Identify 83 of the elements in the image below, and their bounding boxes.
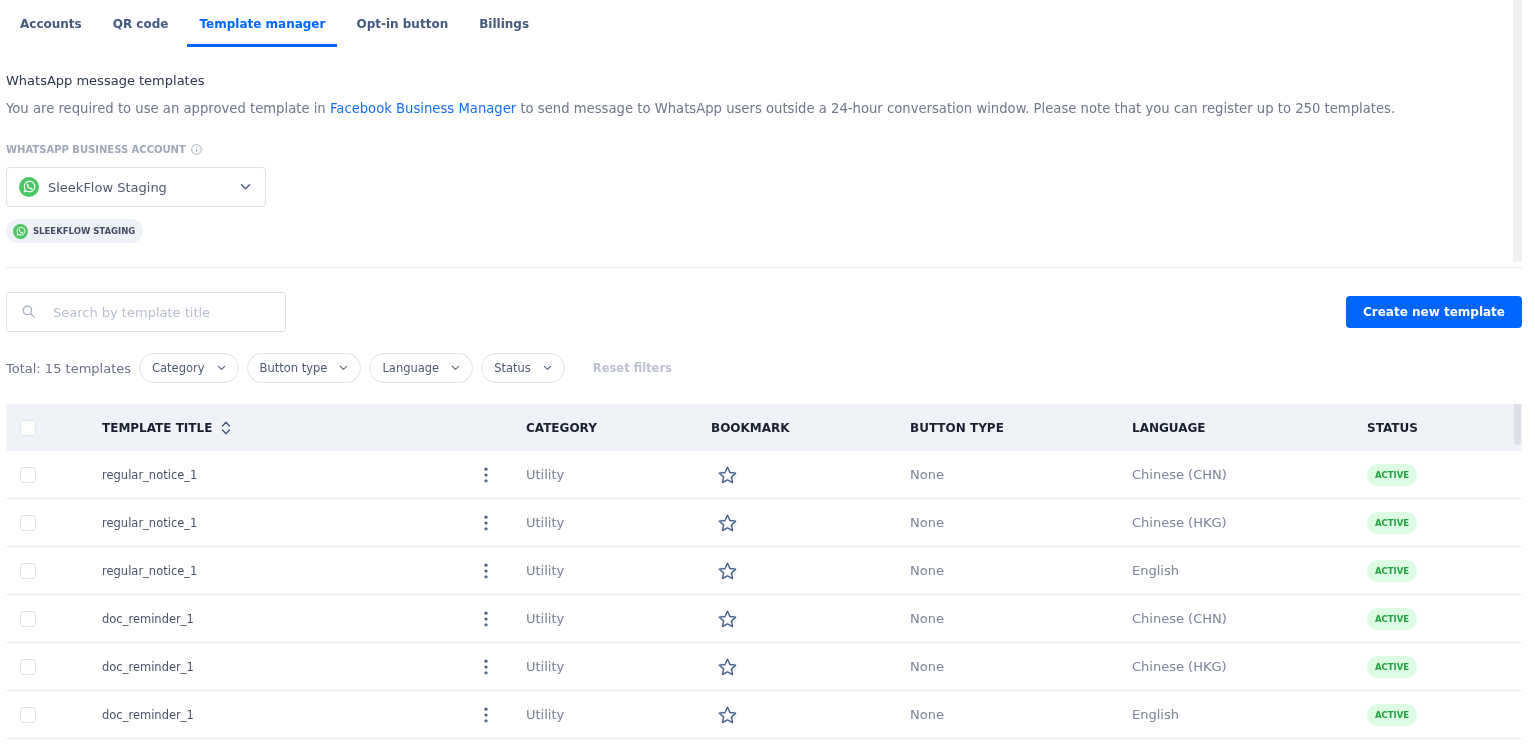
table-cell: regular_notice_1: [102, 563, 198, 578]
table-cell: Chinese (CHN): [1132, 467, 1227, 482]
checkbox[interactable]: [20, 466, 36, 483]
scrollbar-thumb[interactable]: [1514, 404, 1521, 445]
table-cell: Chinese (HKG): [1132, 659, 1227, 674]
column-header: BUTTON TYPE: [910, 420, 1004, 435]
column-header: TEMPLATE TITLE: [102, 420, 213, 435]
phone-bubble-icon: [13, 223, 28, 239]
checkbox[interactable]: [20, 514, 36, 531]
column-header: CATEGORY: [526, 420, 597, 435]
table-cell: None: [910, 467, 944, 482]
tab[interactable]: Opt-in button: [344, 0, 461, 47]
table-cell: None: [910, 515, 944, 530]
table-cell: doc_reminder_1: [102, 659, 194, 674]
search-icon: [22, 305, 35, 318]
kebab-icon: [484, 658, 488, 675]
table-cell: English: [1132, 563, 1179, 578]
checkbox[interactable]: [20, 706, 36, 723]
status-badge: ACTIVE: [1367, 703, 1418, 726]
kebab-icon: [484, 514, 488, 531]
tab[interactable]: Template manager: [187, 0, 338, 47]
table-cell: None: [910, 659, 944, 674]
tab[interactable]: Billings: [467, 0, 542, 47]
chevron-down-icon: [451, 365, 461, 371]
filter-dropdown[interactable]: Language: [369, 353, 474, 383]
checkbox[interactable]: [20, 562, 36, 579]
checkbox[interactable]: [20, 419, 36, 436]
info-icon: [190, 143, 202, 155]
star-icon[interactable]: [718, 561, 737, 580]
kebab-icon: [484, 706, 488, 723]
search-field[interactable]: Search by template title: [6, 292, 286, 332]
account-tag: SLEEKFLOW STAGING: [6, 219, 144, 243]
chevron-down-icon: [216, 365, 226, 371]
tab[interactable]: QR code: [100, 0, 181, 47]
star-icon[interactable]: [718, 705, 737, 724]
create-template-button[interactable]: Create new template: [1346, 296, 1522, 328]
table-cell: Utility: [526, 659, 565, 674]
table-cell: Utility: [526, 467, 565, 482]
column-header: BOOKMARK: [711, 420, 790, 435]
table-cell: Chinese (HKG): [1132, 515, 1227, 530]
status-badge: ACTIVE: [1367, 463, 1418, 486]
status-badge: ACTIVE: [1367, 559, 1418, 582]
section-title: WhatsApp message templates: [6, 72, 206, 90]
field-label: WHATSAPP BUSINESS ACCOUNT: [6, 143, 186, 155]
table-cell: Utility: [526, 563, 565, 578]
table-cell: Utility: [526, 611, 565, 626]
filter-dropdown[interactable]: Category: [139, 353, 239, 383]
kebab-icon: [484, 610, 488, 627]
checkbox[interactable]: [20, 658, 36, 675]
table-cell: doc_reminder_1: [102, 611, 194, 626]
column-header: STATUS: [1367, 420, 1418, 435]
tab[interactable]: Accounts: [8, 0, 94, 47]
table-cell: regular_notice_1: [102, 467, 198, 482]
table-cell: None: [910, 611, 944, 626]
table-cell: Utility: [526, 707, 565, 722]
table-cell: regular_notice_1: [102, 515, 198, 530]
status-badge: ACTIVE: [1367, 607, 1418, 630]
link[interactable]: Facebook Business Manager: [329, 101, 517, 116]
star-icon[interactable]: [718, 609, 737, 628]
star-icon[interactable]: [718, 465, 737, 484]
phone-bubble-icon: [19, 177, 39, 197]
status-badge: ACTIVE: [1367, 511, 1418, 534]
column-header: LANGUAGE: [1132, 420, 1206, 435]
table-cell: doc_reminder_1: [102, 707, 194, 722]
chevron-down-icon: [339, 365, 349, 371]
table-cell: None: [910, 707, 944, 722]
chevron-down-icon: [240, 183, 251, 191]
table-cell: None: [910, 563, 944, 578]
star-icon[interactable]: [718, 657, 737, 676]
table-cell: English: [1132, 707, 1179, 722]
status-badge: ACTIVE: [1367, 655, 1418, 678]
total-count: Total: 15 templates: [6, 360, 131, 376]
star-icon[interactable]: [718, 513, 737, 532]
table-cell: Utility: [526, 515, 565, 530]
chevron-down-icon: [542, 365, 552, 371]
account-dropdown[interactable]: SleekFlow Staging: [6, 167, 266, 207]
kebab-icon: [484, 562, 488, 579]
filter-dropdown[interactable]: Button type: [246, 353, 362, 383]
kebab-icon: [484, 466, 488, 483]
checkbox[interactable]: [20, 610, 36, 627]
sort-icon[interactable]: [221, 419, 232, 436]
table-cell: Chinese (CHN): [1132, 611, 1227, 626]
filter-dropdown[interactable]: Status: [481, 353, 565, 383]
